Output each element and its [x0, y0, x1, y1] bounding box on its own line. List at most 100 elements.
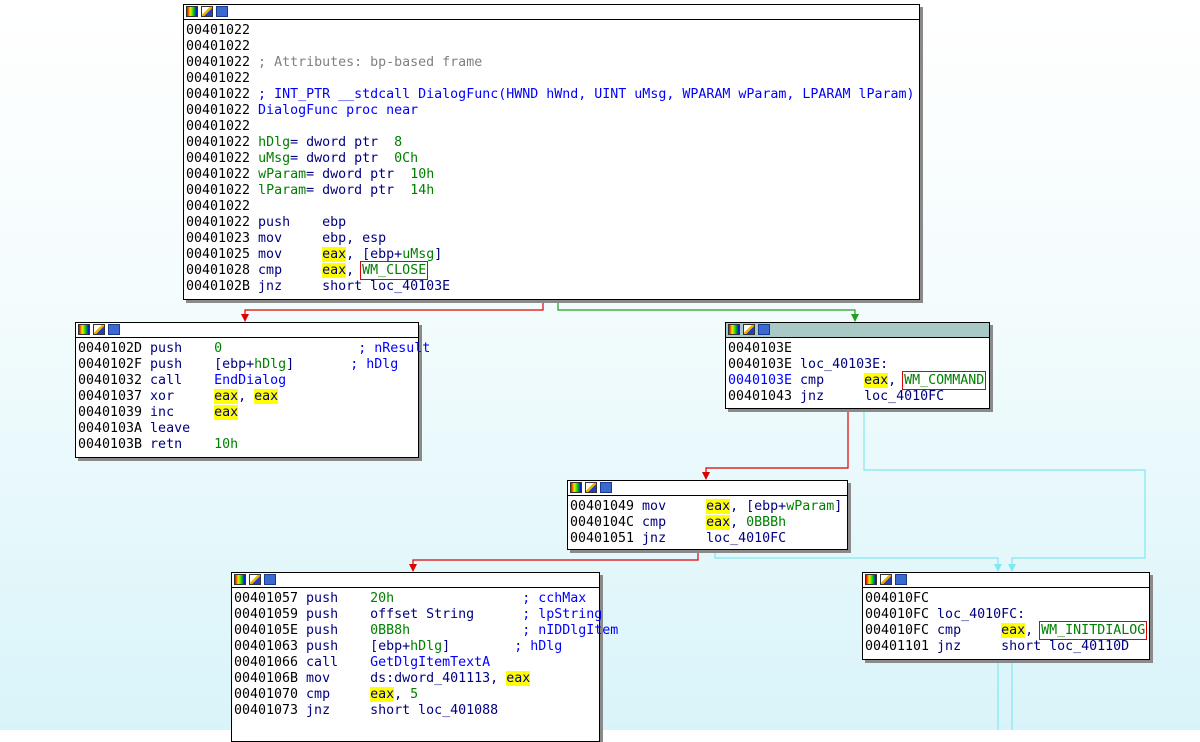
code-token[interactable]: ,	[238, 389, 254, 404]
code-token[interactable]: cmp	[634, 515, 706, 530]
code-line[interactable]: 0040103E cmp eax, WM_COMMAND	[728, 371, 987, 390]
code-token[interactable]: ,	[346, 263, 362, 278]
code-line[interactable]: 00401028 cmp eax, WM_CLOSE	[186, 261, 917, 280]
code-token[interactable]: mov ebp, esp	[250, 231, 386, 246]
code-token[interactable]: ]	[434, 247, 442, 262]
code-line[interactable]: 00401073 jnz short loc_401088	[234, 703, 597, 719]
code-token[interactable]: push ebp	[250, 215, 346, 230]
code-line[interactable]: 00401022	[186, 119, 917, 135]
address[interactable]: 00401063	[234, 639, 298, 654]
code-token[interactable]: ; cchMax	[522, 591, 586, 606]
code-line[interactable]: 00401022 hDlg= dword ptr 8	[186, 135, 917, 151]
code-token[interactable]: wParam	[786, 499, 834, 514]
graph-overview-icon[interactable]	[264, 574, 276, 585]
code-token[interactable]: jnz short loc_40110D	[929, 639, 1129, 654]
code-token[interactable]: 0BB8h	[370, 623, 410, 638]
code-token[interactable]: , [ebp+	[346, 247, 402, 262]
code-token[interactable]	[410, 623, 522, 638]
code-line[interactable]: 0040104C cmp eax, 0BBBh	[570, 515, 845, 531]
code-token[interactable]: hDlg	[258, 135, 290, 150]
code-line[interactable]: 0040106B mov ds:dword_401113, eax	[234, 671, 597, 687]
highlighted-register[interactable]: eax	[706, 499, 731, 514]
block-header[interactable]	[568, 481, 847, 496]
code-token[interactable]: DialogFunc proc near	[250, 103, 418, 118]
edit-icon[interactable]	[880, 574, 892, 585]
code-token[interactable]: = dword ptr	[306, 183, 410, 198]
code-token[interactable]: push	[298, 591, 370, 606]
code-token[interactable]: jnz loc_4010FC	[634, 531, 786, 546]
code-line[interactable]: 00401070 cmp eax, 5	[234, 687, 597, 703]
code-line[interactable]: 00401022	[186, 199, 917, 215]
block-header[interactable]	[232, 573, 599, 588]
code-token[interactable]: 14h	[410, 183, 434, 198]
code-line[interactable]: 00401025 mov eax, [ebp+uMsg]	[186, 247, 917, 263]
code-line[interactable]: 00401022 ; INT_PTR __stdcall DialogFunc(…	[186, 87, 917, 103]
code-token[interactable]: 10h	[214, 437, 238, 452]
code-token[interactable]: ; nIDDlgItem	[522, 623, 618, 638]
address[interactable]: 004010FC	[865, 591, 929, 606]
highlighted-register[interactable]: eax	[864, 373, 889, 388]
edit-icon[interactable]	[249, 574, 261, 585]
boxed-constant[interactable]: WM_CLOSE	[360, 261, 429, 280]
code-token[interactable]: hDlg	[254, 357, 286, 372]
code-line[interactable]: 0040103E loc_40103E:	[728, 357, 987, 373]
code-token[interactable]: ,	[394, 687, 410, 702]
address[interactable]: 00401022	[186, 103, 250, 118]
code-token[interactable]: EndDialog	[214, 373, 286, 388]
address[interactable]: 00401022	[186, 23, 250, 38]
highlighted-register[interactable]: eax	[322, 247, 347, 262]
address[interactable]: 00401022	[186, 183, 250, 198]
graph-overview-icon[interactable]	[216, 6, 228, 17]
code-block[interactable]: 0040103E 0040103E loc_40103E: 0040103E cmp…	[725, 322, 990, 409]
code-token[interactable]: ]	[442, 639, 514, 654]
code-line[interactable]: 00401101 jnz short loc_40110D	[865, 639, 1147, 655]
address[interactable]: 00401022	[186, 215, 250, 230]
address[interactable]: 00401025	[186, 247, 250, 262]
edit-icon[interactable]	[743, 324, 755, 335]
address[interactable]: 0040104C	[570, 515, 634, 530]
code-token[interactable]: ; hDlg	[350, 357, 398, 372]
code-block[interactable]: 00401057 push 20h ; cchMax 00401059 push …	[231, 572, 618, 742]
code-token[interactable]	[250, 183, 258, 198]
color-palette-icon[interactable]	[865, 574, 877, 585]
address[interactable]: 004010FC	[865, 623, 929, 638]
code-token[interactable]: ; hDlg	[514, 639, 562, 654]
code-token[interactable]: , [ebp+	[730, 499, 786, 514]
code-token[interactable]: = dword ptr	[290, 151, 394, 166]
address[interactable]: 0040102B	[186, 279, 250, 294]
color-palette-icon[interactable]	[186, 6, 198, 17]
code-token[interactable]: 20h	[370, 591, 394, 606]
code-line[interactable]: 00401066 call GetDlgItemTextA	[234, 655, 597, 671]
code-line[interactable]: 0040103E	[728, 341, 987, 357]
address[interactable]: 0040103E	[728, 373, 792, 388]
code-token[interactable]: jnz short loc_40103E	[250, 279, 450, 294]
code-block[interactable]: 0040102D push 0 ; nResult 0040102F push […	[75, 322, 430, 458]
code-token[interactable]: leave	[142, 421, 190, 436]
code-token[interactable]: hDlg	[410, 639, 442, 654]
address[interactable]: 0040103A	[78, 421, 142, 436]
address[interactable]: 00401028	[186, 263, 250, 278]
code-line[interactable]: 00401051 jnz loc_4010FC	[570, 531, 845, 547]
address[interactable]: 0040102D	[78, 341, 142, 356]
code-line[interactable]: 0040103A leave	[78, 421, 416, 437]
block-header[interactable]	[863, 573, 1149, 588]
address[interactable]: 00401022	[186, 55, 250, 70]
code-line[interactable]: 00401057 push 20h ; cchMax	[234, 591, 597, 607]
code-line[interactable]: 00401039 inc eax	[78, 405, 416, 421]
edit-icon[interactable]	[201, 6, 213, 17]
address[interactable]: 00401043	[728, 389, 792, 404]
code-token[interactable]	[222, 341, 358, 356]
address[interactable]: 00401022	[186, 71, 250, 86]
code-token[interactable]: cmp	[298, 687, 370, 702]
code-token[interactable]	[394, 591, 522, 606]
code-token[interactable]: retn	[142, 437, 214, 452]
code-token[interactable]: lParam	[258, 183, 306, 198]
address[interactable]: 00401057	[234, 591, 298, 606]
code-token[interactable]: ; lpString	[522, 607, 602, 622]
address[interactable]: 00401070	[234, 687, 298, 702]
highlighted-register[interactable]: eax	[214, 389, 239, 404]
code-line[interactable]: 0040102F push [ebp+hDlg] ; hDlg	[78, 357, 416, 373]
code-token[interactable]: inc	[142, 405, 214, 420]
code-token[interactable]: push	[142, 341, 214, 356]
code-token[interactable]: xor	[142, 389, 214, 404]
